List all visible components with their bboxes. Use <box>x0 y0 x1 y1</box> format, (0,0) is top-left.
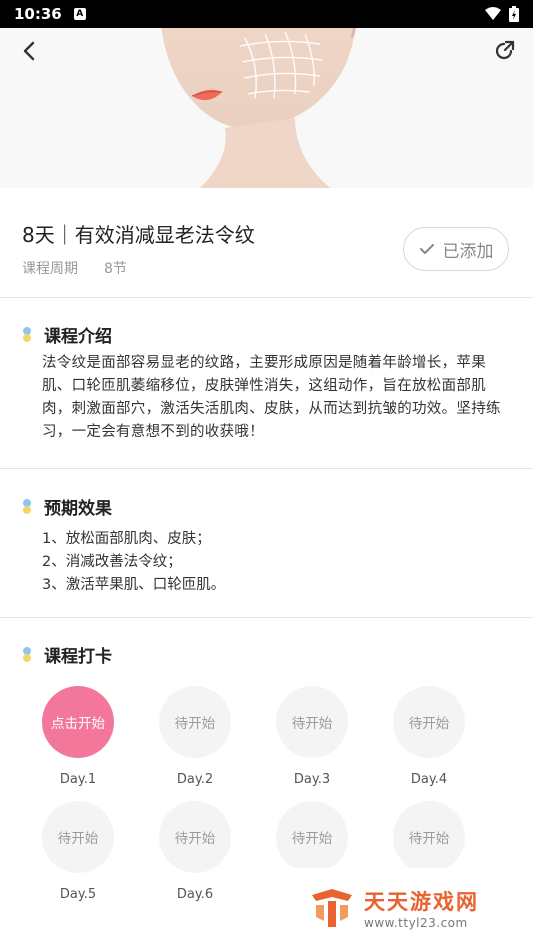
day-pending-button[interactable]: 待开始 <box>393 801 465 873</box>
battery-icon <box>509 6 519 22</box>
day-item: 待开始 Day.2 <box>157 686 233 787</box>
day-item: 点击开始 Day.1 <box>40 686 116 787</box>
day-pending-button[interactable]: 待开始 <box>159 686 231 758</box>
watermark-url: www.ttyl23.com <box>364 916 468 930</box>
share-icon <box>495 40 515 60</box>
share-button[interactable] <box>489 36 519 66</box>
added-button[interactable]: 已添加 <box>403 227 509 271</box>
day-item: 待开始 Day.5 <box>40 801 116 902</box>
effect-item: 2、消减改善法令纹； <box>42 554 182 570</box>
day-label: Day.5 <box>59 887 97 902</box>
effects-list: 1、放松面部肌肉、皮肤； 2、消减改善法令纹； 3、激活苹果肌、口轮匝肌。 <box>42 528 225 597</box>
checkmark-icon <box>419 244 434 254</box>
section-dot-icon <box>22 326 32 343</box>
course-lesson-count: 8节 <box>104 261 127 277</box>
effect-item: 1、放松面部肌肉、皮肤； <box>42 531 211 547</box>
checkin-heading-text: 课程打卡 <box>44 647 112 667</box>
day-item: 待开始 Day.6 <box>157 801 233 902</box>
intro-text: 法令纹是面部容易显老的纹路，主要形成原因是随着年龄增长，苹果肌、口轮匝肌萎缩移位… <box>42 355 501 440</box>
divider <box>0 468 533 469</box>
day-label: Day.2 <box>176 772 214 787</box>
day-label: Day.3 <box>293 772 331 787</box>
day-start-button[interactable]: 点击开始 <box>42 686 114 758</box>
watermark: 天天游戏网 www.ttyl23.com <box>288 868 533 948</box>
day-item: 待开始 Day.3 <box>274 686 350 787</box>
divider <box>0 617 533 618</box>
section-dot-icon <box>22 498 32 515</box>
section-dot-icon <box>22 646 32 663</box>
notification-a-icon: A <box>73 8 86 20</box>
day-pending-button[interactable]: 待开始 <box>393 686 465 758</box>
watermark-logo-icon <box>312 889 352 927</box>
effects-heading-text: 预期效果 <box>44 499 112 519</box>
divider <box>0 297 533 298</box>
day-pending-button[interactable]: 待开始 <box>42 801 114 873</box>
day-pending-button[interactable]: 待开始 <box>159 801 231 873</box>
watermark-text: 天天游戏网 www.ttyl23.com <box>364 886 479 930</box>
added-label: 已添加 <box>442 241 494 262</box>
watermark-title: 天天游戏网 <box>364 890 479 914</box>
effects-heading: 预期效果 <box>22 494 112 519</box>
status-time: 10:36 <box>14 5 62 23</box>
status-bar: 10:36 A <box>0 0 533 28</box>
course-hero-image <box>0 28 533 188</box>
chevron-left-icon <box>23 41 35 61</box>
checkin-heading: 课程打卡 <box>22 642 112 667</box>
day-label: Day.4 <box>410 772 448 787</box>
course-period-label: 课程周期 <box>22 261 78 277</box>
day-pending-button[interactable]: 待开始 <box>276 801 348 873</box>
course-info: 8天｜有效消减显老法令纹 课程周期 8节 已添加 <box>0 205 533 295</box>
intro-heading: 课程介绍 <box>22 322 112 347</box>
intro-heading-text: 课程介绍 <box>44 327 112 347</box>
back-button[interactable] <box>14 36 44 66</box>
wifi-icon <box>485 7 501 20</box>
day-pending-button[interactable]: 待开始 <box>276 686 348 758</box>
day-label: Day.1 <box>59 772 97 787</box>
day-item: 待开始 Day.4 <box>391 686 467 787</box>
day-label: Day.6 <box>176 887 214 902</box>
face-illustration <box>161 28 356 188</box>
effect-item: 3、激活苹果肌、口轮匝肌。 <box>42 577 226 593</box>
